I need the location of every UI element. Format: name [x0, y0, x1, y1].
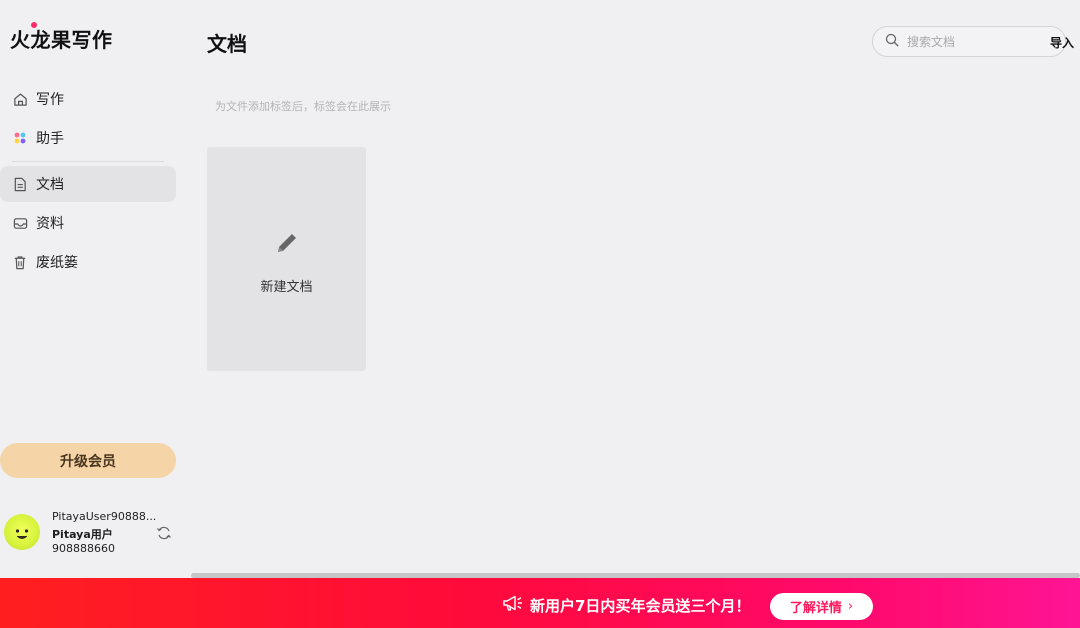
sidebar-item-writing[interactable]: 写作 [0, 81, 176, 117]
user-name: PitayaUser90888... [52, 510, 157, 523]
inbox-icon [12, 215, 28, 231]
chevron-right-icon: › [847, 599, 854, 614]
page-title: 文档 [207, 32, 247, 56]
import-button[interactable]: 导入 [1050, 34, 1074, 51]
sidebar: 火龙果写作 写作 助手 文档 资料 废纸篓 升级会员 PitayaUser908… [0, 0, 190, 578]
document-icon [12, 176, 28, 192]
upgrade-membership-button[interactable]: 升级会员 [0, 443, 176, 478]
sidebar-item-materials[interactable]: 资料 [0, 205, 176, 241]
home-icon [12, 91, 28, 107]
promo-text: 新用户7日内买年会员送三个月！ [530, 596, 751, 615]
sidebar-item-label: 废纸篓 [36, 255, 78, 271]
promo-message: 新用户7日内买年会员送三个月！ [502, 593, 750, 617]
sidebar-item-label: 资料 [36, 216, 64, 232]
search-box[interactable] [872, 26, 1066, 57]
user-nickname: Pitaya用户 [52, 528, 113, 541]
sidebar-item-trash[interactable]: 废纸篓 [0, 244, 176, 280]
logo-dot-icon [31, 22, 37, 28]
tag-hint-text: 为文件添加标签后，标签会在此展示 [215, 100, 391, 113]
learn-more-label: 了解详情 [789, 601, 842, 616]
avatar[interactable] [4, 514, 40, 550]
sidebar-item-label: 文档 [36, 177, 64, 193]
new-document-label: 新建文档 [260, 280, 313, 295]
sync-icon[interactable] [156, 525, 172, 541]
search-icon [885, 32, 905, 51]
search-input[interactable] [905, 33, 1039, 50]
sidebar-item-label: 写作 [36, 92, 64, 108]
sidebar-item-assistant[interactable]: 助手 [0, 120, 176, 156]
new-document-card[interactable]: 新建文档 [207, 147, 366, 371]
sidebar-divider [12, 161, 164, 162]
learn-more-button[interactable]: 了解详情 › [770, 593, 873, 620]
sidebar-item-documents[interactable]: 文档 [0, 166, 176, 202]
pencil-icon [274, 230, 300, 260]
app-logo[interactable]: 火龙果写作 [10, 24, 113, 53]
assistant-icon [12, 130, 28, 146]
sidebar-item-label: 助手 [36, 131, 64, 147]
user-id: 908888660 [52, 542, 115, 555]
megaphone-icon [502, 593, 530, 617]
trash-icon [12, 254, 28, 270]
promo-banner: 新用户7日内买年会员送三个月！ 了解详情 › [0, 578, 1080, 628]
user-profile[interactable]: PitayaUser90888... Pitaya用户 908888660 [0, 506, 180, 562]
